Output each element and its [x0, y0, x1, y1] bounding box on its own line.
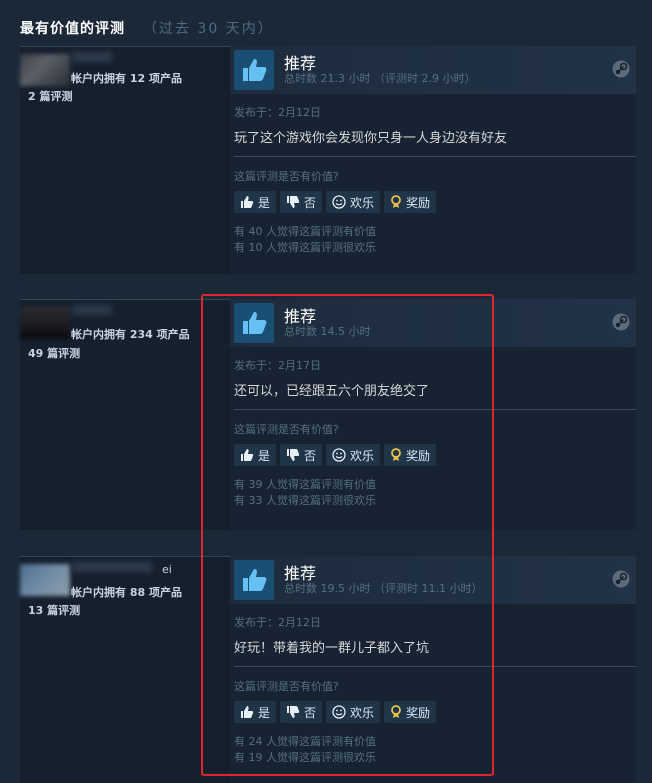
vote-no-button[interactable]: 否	[280, 444, 323, 466]
vote-yes-label: 是	[258, 448, 271, 463]
section-header: 最有价值的评测 （过去 30 天内）	[20, 18, 274, 38]
vote-no-label: 否	[304, 448, 317, 463]
thumbs-down-icon	[287, 706, 300, 718]
vote-no-label: 否	[304, 705, 317, 720]
thumbs-up-icon	[241, 706, 254, 718]
review-stats: 有 39 人觉得这篇评测有价值 有 33 人觉得这篇评测很欢乐	[234, 477, 376, 509]
posted-date: 发布于：2月17日	[234, 359, 321, 372]
vote-funny-label: 欢乐	[350, 705, 375, 720]
avatar[interactable]	[20, 564, 70, 596]
review-card: 帐户内拥有 12 项产品 2 篇评测 推荐 总时数 21.3 小时 （评测时 2…	[20, 46, 636, 274]
avatar[interactable]	[20, 54, 70, 86]
reviewer-info: 帐户内拥有 12 项产品 2 篇评测	[20, 46, 220, 274]
playtime: 总时数 14.5 小时	[284, 325, 371, 338]
steam-icon	[612, 60, 630, 78]
award-icon	[391, 705, 401, 718]
user-products[interactable]: 帐户内拥有 88 项产品	[71, 584, 182, 600]
vote-funny-button[interactable]: 欢乐	[326, 701, 381, 723]
vote-yes-button[interactable]: 是	[234, 191, 277, 213]
review-body: 推荐 总时数 14.5 小时 发布于：2月17日 还可以，已经跟五六个朋友绝交了…	[230, 299, 636, 530]
playtime: 总时数 19.5 小时 （评测时 11.1 小时）	[284, 582, 483, 595]
vote-buttons: 是 否 欢乐 奖励	[234, 191, 437, 213]
helpful-count: 有 24 人觉得这篇评测有价值	[234, 735, 376, 748]
award-label: 奖励	[406, 448, 431, 463]
thumbs-up-icon	[241, 449, 254, 461]
vote-yes-label: 是	[258, 705, 271, 720]
username[interactable]	[72, 305, 112, 315]
vote-yes-label: 是	[258, 195, 271, 210]
user-products[interactable]: 帐户内拥有 234 项产品	[71, 326, 190, 342]
vote-yes-button[interactable]: 是	[234, 444, 277, 466]
review-body: 推荐 总时数 19.5 小时 （评测时 11.1 小时） 发布于：2月12日 好…	[230, 556, 636, 783]
vote-funny-label: 欢乐	[350, 195, 375, 210]
award-icon	[391, 195, 401, 208]
review-content: 还可以，已经跟五六个朋友绝交了	[234, 384, 430, 399]
thumbs-up-icon	[234, 303, 274, 343]
vote-no-button[interactable]: 否	[280, 701, 323, 723]
review-header[interactable]: 推荐 总时数 21.3 小时 （评测时 2.9 小时）	[230, 46, 636, 94]
divider	[234, 666, 636, 667]
vote-no-label: 否	[304, 195, 317, 210]
review-header[interactable]: 推荐 总时数 19.5 小时 （评测时 11.1 小时）	[230, 556, 636, 604]
funny-count: 有 10 人觉得这篇评测很欢乐	[234, 241, 376, 254]
vote-funny-button[interactable]: 欢乐	[326, 444, 381, 466]
vote-no-button[interactable]: 否	[280, 191, 323, 213]
posted-date: 发布于：2月12日	[234, 616, 321, 629]
user-products[interactable]: 帐户内拥有 12 项产品	[71, 70, 182, 86]
helpful-count: 有 40 人觉得这篇评测有价值	[234, 225, 376, 238]
section-subtitle: （过去 30 天内）	[143, 21, 274, 37]
vote-funny-label: 欢乐	[350, 448, 375, 463]
helpful-count: 有 39 人觉得这篇评测有价值	[234, 478, 376, 491]
smiley-icon	[332, 705, 346, 719]
thumbs-up-icon	[234, 560, 274, 600]
section-title: 最有价值的评测	[20, 21, 125, 37]
user-reviews[interactable]: 2 篇评测	[28, 88, 72, 104]
username-fragment[interactable]: ei	[162, 563, 172, 576]
funny-count: 有 19 人觉得这篇评测很欢乐	[234, 751, 376, 764]
funny-count: 有 33 人觉得这篇评测很欢乐	[234, 494, 376, 507]
helpful-question: 这篇评测是否有价值?	[234, 423, 339, 436]
posted-date: 发布于：2月12日	[234, 106, 321, 119]
playtime: 总时数 21.3 小时 （评测时 2.9 小时）	[284, 72, 476, 85]
divider	[234, 409, 636, 410]
review-content: 玩了这个游戏你会发现你只身一人身边没有好友	[234, 131, 508, 146]
helpful-question: 这篇评测是否有价值?	[234, 170, 339, 183]
steam-icon	[612, 570, 630, 588]
vote-funny-button[interactable]: 欢乐	[326, 191, 381, 213]
review-content: 好玩！带着我的一群儿子都入了坑	[234, 641, 430, 656]
award-button[interactable]: 奖励	[384, 701, 437, 723]
award-button[interactable]: 奖励	[384, 191, 437, 213]
review-stats: 有 40 人觉得这篇评测有价值 有 10 人觉得这篇评测很欢乐	[234, 224, 376, 256]
vote-buttons: 是 否 欢乐 奖励	[234, 444, 437, 466]
helpful-question: 这篇评测是否有价值?	[234, 680, 339, 693]
review-body: 推荐 总时数 21.3 小时 （评测时 2.9 小时） 发布于：2月12日 玩了…	[230, 46, 636, 274]
thumbs-down-icon	[287, 196, 300, 208]
award-label: 奖励	[406, 195, 431, 210]
smiley-icon	[332, 448, 346, 462]
vote-buttons: 是 否 欢乐 奖励	[234, 701, 437, 723]
username[interactable]	[72, 562, 152, 572]
divider	[234, 156, 636, 157]
thumbs-up-icon	[234, 50, 274, 90]
review-stats: 有 24 人觉得这篇评测有价值 有 19 人觉得这篇评测很欢乐	[234, 734, 376, 766]
thumbs-up-icon	[241, 196, 254, 208]
review-card: 帐户内拥有 234 项产品 49 篇评测 推荐 总时数 14.5 小时 发布于：…	[20, 299, 636, 530]
award-icon	[391, 448, 401, 461]
user-reviews[interactable]: 49 篇评测	[28, 345, 80, 361]
reviewer-info: 帐户内拥有 234 项产品 49 篇评测	[20, 299, 220, 530]
reviewer-info: ei 帐户内拥有 88 项产品 13 篇评测	[20, 556, 220, 783]
avatar[interactable]	[20, 307, 70, 339]
award-button[interactable]: 奖励	[384, 444, 437, 466]
thumbs-down-icon	[287, 449, 300, 461]
vote-yes-button[interactable]: 是	[234, 701, 277, 723]
review-card: ei 帐户内拥有 88 项产品 13 篇评测 推荐 总时数 19.5 小时 （评…	[20, 556, 636, 783]
username[interactable]	[72, 52, 112, 62]
award-label: 奖励	[406, 705, 431, 720]
smiley-icon	[332, 195, 346, 209]
steam-icon	[612, 313, 630, 331]
review-header[interactable]: 推荐 总时数 14.5 小时	[230, 299, 636, 347]
user-reviews[interactable]: 13 篇评测	[28, 602, 80, 618]
